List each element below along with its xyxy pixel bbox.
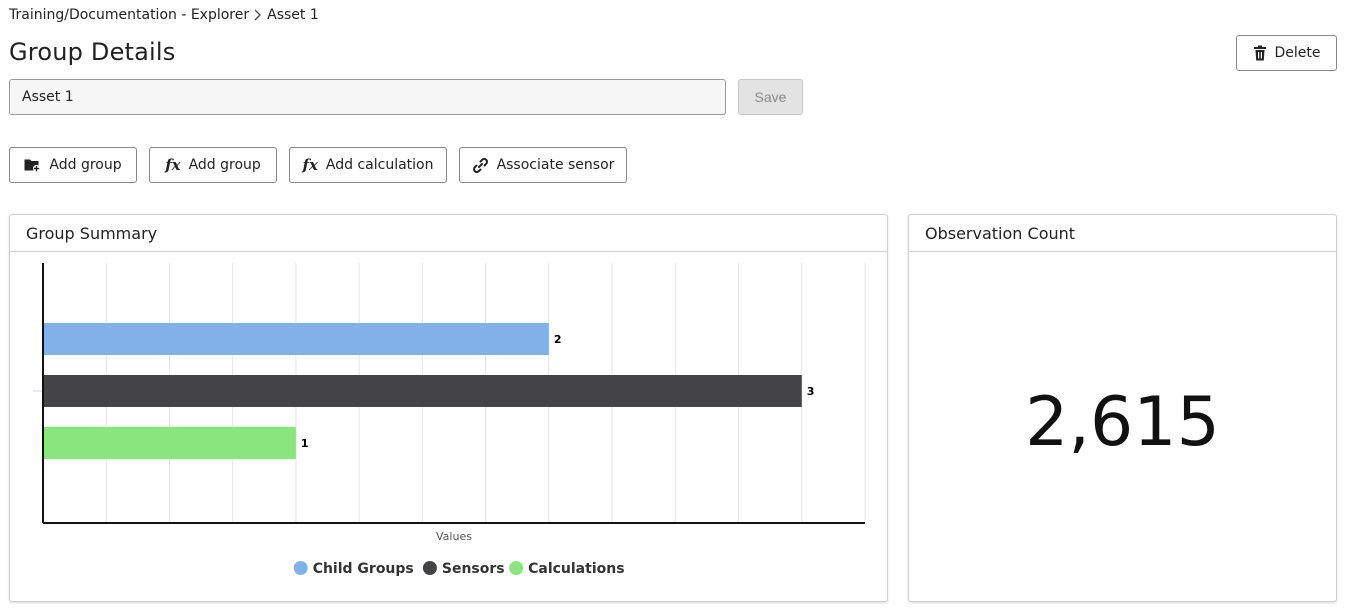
data-label-child-groups: 2 xyxy=(554,333,562,346)
bar-child-groups xyxy=(43,323,549,355)
observation-count-header: Observation Count xyxy=(909,215,1336,252)
bar-calculations xyxy=(43,427,296,459)
chevron-right-icon xyxy=(254,9,262,21)
folder-plus-icon xyxy=(24,159,41,172)
group-summary-chart: 2 3 1 Values Child Groups Sensors Calculations xyxy=(33,263,866,577)
legend-item-child-groups: Child Groups xyxy=(313,561,414,577)
save-button-label: Save xyxy=(754,89,787,105)
bar-sensors xyxy=(43,375,802,407)
add-group-button[interactable]: Add group xyxy=(9,147,137,183)
link-icon xyxy=(472,157,488,173)
legend-marker-child-groups xyxy=(293,561,308,575)
observation-count-title: Observation Count xyxy=(925,223,1076,243)
delete-button-label: Delete xyxy=(1274,45,1321,61)
observation-count-panel: Observation Count 2,615 xyxy=(908,214,1337,602)
legend-marker-sensors xyxy=(422,561,437,575)
breadcrumb-current: Asset 1 xyxy=(267,7,319,23)
legend-item-sensors: Sensors xyxy=(442,561,505,577)
group-summary-panel: Group Summary 2 3 1 Values Child Groups Senso… xyxy=(9,214,888,602)
breadcrumb-parent-link[interactable]: Training/Documentation - Explorer xyxy=(9,7,249,23)
add-calculation-button[interactable]: fx Add calculation xyxy=(289,147,447,183)
function-icon: fx xyxy=(302,156,318,174)
add-group-function-button[interactable]: fx Add group xyxy=(149,147,277,183)
associate-sensor-button-label: Associate sensor xyxy=(496,157,615,173)
page-title: Group Details xyxy=(9,38,176,66)
save-button[interactable]: Save xyxy=(738,79,803,115)
legend-item-calculations: Calculations xyxy=(528,561,624,577)
add-calculation-button-label: Add calculation xyxy=(325,157,434,173)
group-name-input[interactable] xyxy=(9,79,726,115)
observation-count-value: 2,615 xyxy=(1025,383,1220,462)
data-label-sensors: 3 xyxy=(807,385,815,398)
legend-marker-calculations xyxy=(509,561,524,575)
delete-button[interactable]: Delete xyxy=(1236,35,1337,71)
chart-x-axis-title: Values xyxy=(436,530,472,543)
associate-sensor-button[interactable]: Associate sensor xyxy=(459,147,627,183)
function-icon: fx xyxy=(165,156,181,174)
trash-icon xyxy=(1253,45,1266,61)
add-group-button-label: Add group xyxy=(49,157,122,173)
add-group-function-button-label: Add group xyxy=(188,157,261,173)
data-label-calculations: 1 xyxy=(301,437,309,450)
breadcrumb: Training/Documentation - Explorer Asset … xyxy=(9,7,319,23)
